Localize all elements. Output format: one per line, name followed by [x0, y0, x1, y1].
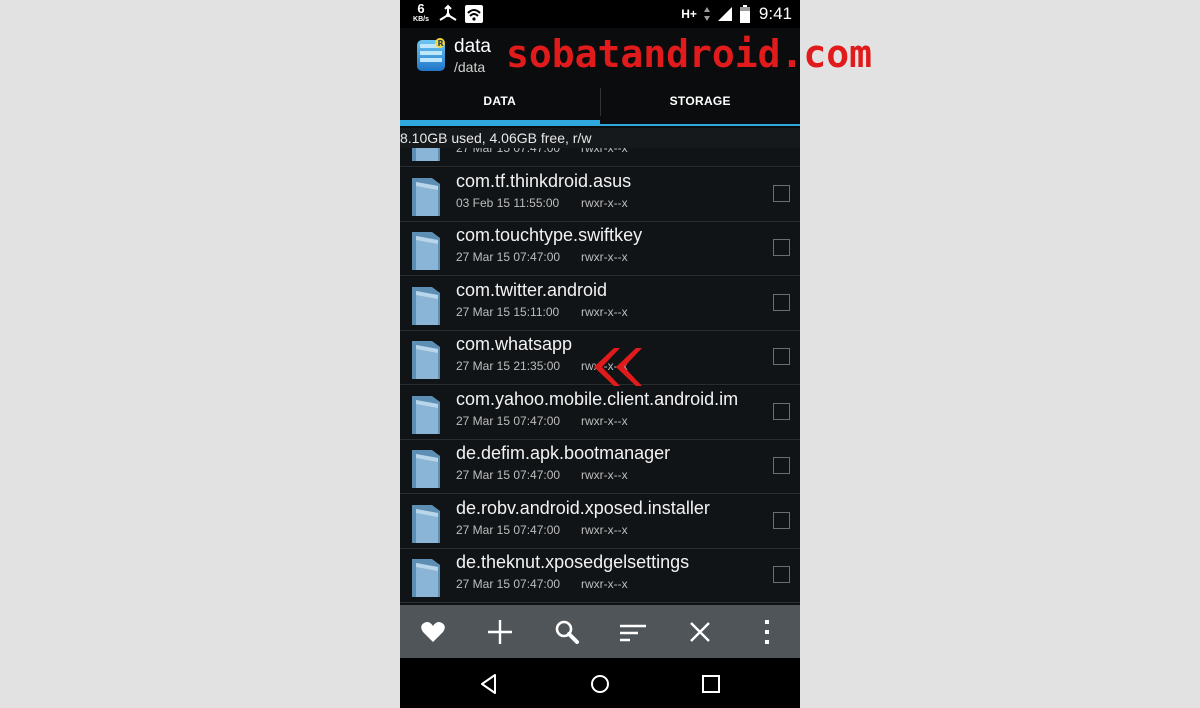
- signal-icon: [717, 7, 732, 21]
- clock: 9:41: [758, 4, 792, 23]
- sort-icon[interactable]: [619, 618, 647, 646]
- file-date: 27 Mar 15 07:47:00: [456, 413, 561, 428]
- status-right: H+ 9:41: [681, 3, 792, 25]
- tab-underline: [400, 124, 800, 126]
- file-permissions: rwxr-x--x: [581, 413, 628, 428]
- folder-icon: [412, 504, 440, 543]
- search-icon[interactable]: [553, 618, 581, 646]
- folder-icon: [412, 450, 440, 488]
- file-name: de.defim.apk.bootmanager: [456, 443, 671, 463]
- file-row[interactable]: com.yahoo.mobile.client.android.im 27 Mar…: [400, 385, 800, 440]
- file-permissions: rwxr-x--x: [581, 304, 628, 319]
- file-name: com.touchtype.swiftkey: [456, 225, 643, 245]
- select-checkbox[interactable]: [773, 511, 790, 529]
- file-name: de.robv.android.xposed.installer: [456, 497, 710, 518]
- select-checkbox[interactable]: [773, 184, 790, 202]
- file-name: de.theknut.xposedgelsettings: [456, 552, 690, 572]
- folder-icon: [412, 232, 440, 270]
- recents-icon[interactable]: [700, 673, 722, 695]
- bottom-toolbar: [400, 605, 800, 658]
- status-bar: 6 KB/s H+ 9:41: [400, 0, 800, 28]
- file-row[interactable]: com.twitter.android 27 Mar 15 15:11:00 rwx…: [400, 276, 800, 331]
- file-name: com.tf.thinkdroid.asus: [456, 170, 632, 191]
- select-checkbox[interactable]: [773, 457, 790, 474]
- file-date: 03 Feb 15 11:55:00: [456, 195, 560, 210]
- file-permissions: rwxr-x--x: [581, 250, 628, 264]
- speed-unit: KB/s: [413, 16, 429, 23]
- file-row[interactable]: de.robv.android.xposed.installer 27 Mar 1…: [400, 494, 800, 549]
- favorites-icon[interactable]: [419, 618, 447, 646]
- folder-icon: [412, 177, 440, 216]
- file-row[interactable]: de.theknut.xposedgelsettings 27 Mar 15 07…: [400, 549, 800, 603]
- wifi-hotspot-icon: [465, 5, 483, 23]
- navigation-bar: [400, 658, 800, 708]
- svg-text:R: R: [438, 39, 444, 48]
- watermark-text: sobatandroid.com: [506, 32, 873, 76]
- file-permissions: rwxr-x--x: [581, 522, 628, 537]
- select-checkbox[interactable]: [773, 239, 790, 256]
- file-name: com.twitter.android: [456, 279, 608, 300]
- speed-value: 6: [417, 1, 425, 16]
- file-permissions: rwxr-x--x: [581, 468, 628, 482]
- tab-bar: DATA STORAGE: [400, 86, 800, 128]
- data-arrows-icon: [703, 7, 710, 21]
- file-date: 27 Mar 15 07:47:00: [456, 468, 561, 482]
- add-icon[interactable]: [486, 618, 514, 646]
- file-row[interactable]: com.touchtype.swiftkey 27 Mar 15 07:47:00…: [400, 222, 800, 276]
- folder-icon: [412, 341, 440, 379]
- select-checkbox[interactable]: [773, 293, 790, 311]
- file-date: 27 Mar 15 07:47:00: [456, 577, 561, 591]
- network-speed: 6 KB/s: [410, 2, 432, 24]
- double-chevron-left-icon: [594, 348, 642, 386]
- battery-icon: [739, 5, 750, 23]
- folder-icon: [412, 286, 440, 325]
- file-date: 27 Mar 15 21:35:00: [456, 359, 561, 373]
- tab-storage[interactable]: STORAGE: [601, 86, 801, 128]
- file-name: com.yahoo.mobile.client.android.im: [456, 388, 739, 409]
- usb-debug-icon: [439, 4, 457, 21]
- network-type: H+: [681, 7, 697, 21]
- app-title: data: [454, 36, 491, 57]
- close-icon[interactable]: [686, 618, 714, 646]
- select-checkbox[interactable]: [773, 566, 790, 583]
- file-row[interactable]: de.defim.apk.bootmanager 27 Mar 15 07:47:…: [400, 440, 800, 494]
- folder-icon: [412, 395, 440, 434]
- overflow-menu-icon[interactable]: [753, 618, 781, 646]
- current-path: /data: [454, 59, 486, 75]
- file-permissions: rwxr-x--x: [581, 195, 628, 210]
- back-icon[interactable]: [478, 673, 500, 695]
- storage-info: 8.10GB used, 4.06GB free, r/w: [400, 128, 800, 148]
- file-date: 27 Mar 15 07:47:00: [456, 250, 561, 264]
- file-date: 27 Mar 15 07:47:00: [456, 522, 561, 537]
- file-name: com.whatsapp: [456, 334, 573, 354]
- folder-icon: [412, 559, 440, 597]
- select-checkbox[interactable]: [773, 348, 790, 365]
- app-logo-icon[interactable]: R: [416, 37, 446, 73]
- tab-data[interactable]: DATA: [400, 86, 600, 128]
- file-row[interactable]: com.tf.thinkdroid.asus 03 Feb 15 11:55:00…: [400, 167, 800, 222]
- select-checkbox[interactable]: [773, 402, 790, 420]
- home-icon[interactable]: [589, 673, 611, 695]
- file-date: 27 Mar 15 15:11:00: [456, 304, 560, 319]
- file-permissions: rwxr-x--x: [581, 577, 628, 591]
